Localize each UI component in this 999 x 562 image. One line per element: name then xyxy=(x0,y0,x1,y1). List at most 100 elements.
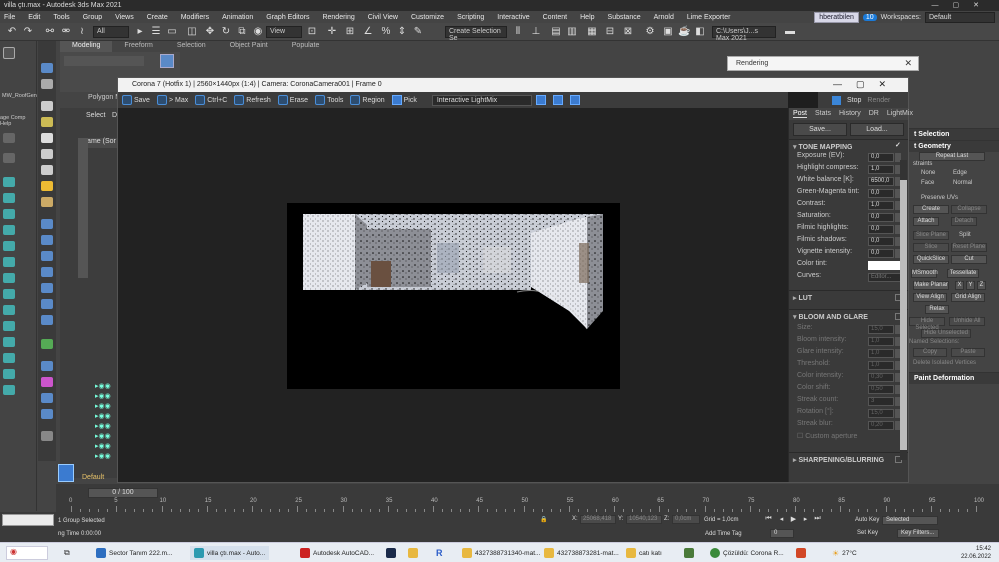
create-button[interactable]: Create xyxy=(913,205,949,214)
camera-icon[interactable] xyxy=(3,193,15,203)
place-icon[interactable]: ◉ xyxy=(252,26,264,38)
weather-widget[interactable]: ☀ 27°C xyxy=(832,546,857,560)
planar-z-button[interactable]: Z xyxy=(977,281,986,290)
tab-modeling[interactable]: Modeling xyxy=(60,41,113,52)
scene-select-menu[interactable]: Select xyxy=(86,112,105,119)
ringwave-icon[interactable] xyxy=(41,315,53,325)
copy-button[interactable]: Copy xyxy=(913,348,947,357)
tools-button[interactable]: Tools xyxy=(315,95,343,105)
workspace-dropdown[interactable]: Default xyxy=(925,11,995,23)
repeat-last-button[interactable]: Repeat Last xyxy=(919,152,985,161)
visibility-row[interactable]: ▸◉◉ xyxy=(95,452,111,460)
slice-button[interactable]: Slice xyxy=(913,243,949,252)
curve-editor-icon[interactable]: ▦ xyxy=(586,26,598,38)
visibility-row[interactable]: ▸◉◉ xyxy=(95,392,111,400)
cone-icon[interactable] xyxy=(41,165,53,175)
gengon-icon[interactable] xyxy=(41,299,53,309)
bloom-intensity-field[interactable]: 1,0 xyxy=(868,337,894,346)
msmooth-button[interactable]: MSmooth xyxy=(911,269,938,278)
menu-rendering[interactable]: Rendering xyxy=(322,14,354,21)
cut-button[interactable]: Cut xyxy=(951,255,987,264)
menu-edit[interactable]: Edit xyxy=(28,14,40,21)
save-button[interactable]: Save xyxy=(122,95,150,105)
previous-frame-icon[interactable]: ◂ xyxy=(777,515,786,524)
taskbar-item-sector[interactable]: Sector Tanım 222.m... xyxy=(96,546,172,560)
curves-editor-button[interactable]: Editor... xyxy=(868,273,901,282)
filmic-shadows-field[interactable]: 0,0 xyxy=(868,237,894,246)
notification-badge[interactable]: 10 xyxy=(862,13,877,21)
channel-dropdown[interactable]: Interactive LightMix xyxy=(431,94,532,106)
custom-aperture-row[interactable]: ☐ Custom aperture xyxy=(789,432,908,446)
add-time-tag[interactable]: Add Time Tag xyxy=(705,531,742,537)
slice-plane-button[interactable]: Slice Plane xyxy=(913,231,949,240)
zoom-fit-button[interactable] xyxy=(569,95,580,105)
window-controls[interactable]: —▢✕ xyxy=(932,1,993,9)
align-icon[interactable]: ⊥ xyxy=(530,26,542,38)
highlight-field[interactable]: 1,0 xyxy=(868,165,894,174)
bloom-glare-header[interactable]: ▾ BLOOM AND GLARE xyxy=(789,309,908,322)
tab-stats[interactable]: Stats xyxy=(815,110,831,118)
tab-selection[interactable]: Selection xyxy=(165,41,218,52)
stop-button[interactable]: Stop xyxy=(847,97,861,104)
render-button[interactable]: Render xyxy=(867,97,890,104)
streak-count-field[interactable]: 3 xyxy=(868,397,894,406)
layer-explorer-icon[interactable]: ▤ xyxy=(550,26,562,38)
custom-aperture-checkbox[interactable]: ☐ xyxy=(797,433,805,440)
constraint-edge[interactable]: Edge xyxy=(953,170,967,176)
menu-interactive[interactable]: Interactive xyxy=(497,14,529,21)
reset-plane-button[interactable]: Reset Plane xyxy=(951,243,987,252)
render-iterative-icon[interactable]: ◧ xyxy=(694,26,706,38)
scrollbar-thumb[interactable] xyxy=(900,180,907,450)
spindle-icon[interactable] xyxy=(41,283,53,293)
paint-deformation-rollout[interactable]: Paint Deformation xyxy=(909,372,999,384)
snap-toggle-icon[interactable]: ⊞ xyxy=(344,26,356,38)
light-icon[interactable] xyxy=(3,177,15,187)
cylinder-icon[interactable] xyxy=(41,79,53,89)
angle-snap-icon[interactable]: ∠ xyxy=(362,26,374,38)
taskbar-item-folder-2[interactable]: 432738873281-mat... xyxy=(544,546,619,560)
menu-create[interactable]: Create xyxy=(147,14,168,21)
hide-unselected-button[interactable]: Hide Unselected xyxy=(921,329,971,338)
tab-post[interactable]: Post xyxy=(793,110,808,118)
tab-lightmix[interactable]: LightMix xyxy=(887,110,913,118)
ribbon-active-icon[interactable] xyxy=(160,54,174,68)
taskbar-item-explorer[interactable] xyxy=(408,546,418,560)
plane-icon[interactable] xyxy=(41,101,53,111)
pyramid-icon[interactable] xyxy=(41,149,53,159)
move-icon[interactable]: ✥ xyxy=(204,26,216,38)
menu-modifiers[interactable]: Modifiers xyxy=(181,14,209,21)
tone-mapping-header[interactable]: ▾ TONE MAPPING ✓ xyxy=(789,139,908,152)
undo-icon[interactable]: ↶ xyxy=(6,26,18,38)
z-coordinate-field[interactable]: 0,0cm xyxy=(672,515,700,524)
mirror-icon[interactable]: ⫴ xyxy=(512,26,524,38)
capsule-icon[interactable] xyxy=(41,361,53,371)
create-icon[interactable] xyxy=(3,369,15,379)
user-account-button[interactable]: hberatbilen xyxy=(814,11,859,23)
tessellate-button[interactable]: Tessellate xyxy=(947,269,979,278)
help-icon[interactable] xyxy=(41,431,53,441)
reference-coord-dropdown[interactable]: View xyxy=(266,26,302,38)
menu-group[interactable]: Group xyxy=(83,14,102,21)
schematic-view-icon[interactable]: ⊟ xyxy=(604,26,616,38)
exposure-field[interactable]: 0,0 xyxy=(868,153,894,162)
preserve-uvs-checkbox[interactable]: Preserve UVs xyxy=(921,195,958,201)
menu-help[interactable]: Help xyxy=(580,14,594,21)
pick-button[interactable]: Pick xyxy=(391,95,417,105)
tab-freeform[interactable]: Freeform xyxy=(112,41,164,52)
streak-blur-field[interactable]: 0,20 xyxy=(868,421,894,430)
project-path-dropdown[interactable]: C:\Users\J...s Max 2021 xyxy=(712,26,776,42)
zoom-in-button[interactable] xyxy=(535,95,546,105)
key-filters-button[interactable]: Key Filters... xyxy=(897,529,939,538)
next-frame-icon[interactable]: ▸ xyxy=(801,515,810,524)
box-icon[interactable] xyxy=(41,63,53,73)
paste-button[interactable]: Paste xyxy=(951,348,985,357)
visibility-row[interactable]: ▸◉◉ xyxy=(95,382,111,390)
utility-icon[interactable] xyxy=(3,305,15,315)
go-to-start-icon[interactable]: ⏮ xyxy=(764,515,773,524)
visibility-row[interactable]: ▸◉◉ xyxy=(95,442,111,450)
rendered-frame-icon[interactable]: ▣ xyxy=(662,26,674,38)
menu-file[interactable]: File xyxy=(4,14,15,21)
taskbar-item-r[interactable]: R xyxy=(436,546,443,560)
selection-rollout[interactable]: t Selection xyxy=(909,128,999,140)
sun-icon[interactable] xyxy=(41,181,53,191)
